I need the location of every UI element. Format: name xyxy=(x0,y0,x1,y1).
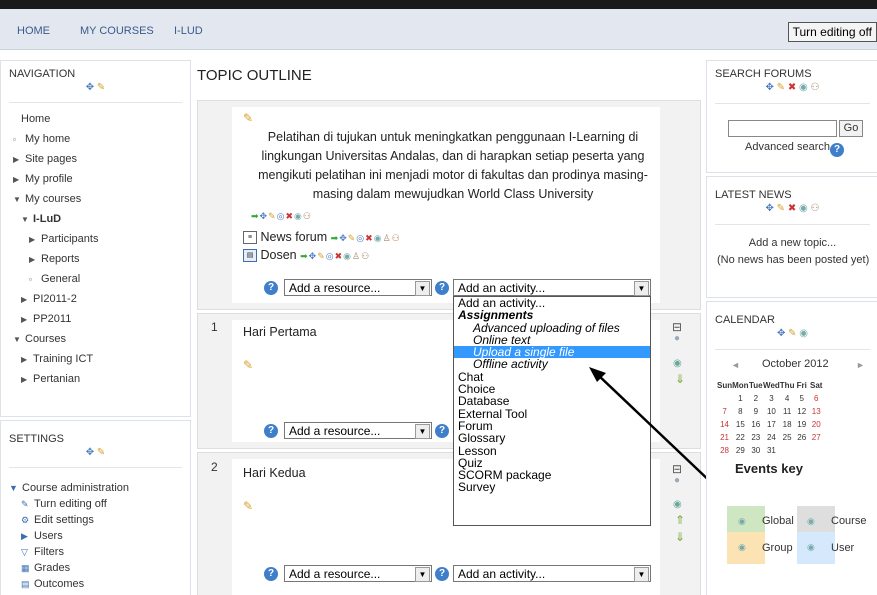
edit-icon[interactable]: ✎ xyxy=(777,82,785,93)
calendar-day[interactable]: 28 xyxy=(717,444,732,457)
eye-icon[interactable]: ◉ xyxy=(799,203,808,214)
weekday-header: Tue xyxy=(748,381,763,390)
search-forums-block: SEARCH FORUMS ✥ ✎ ✖ ◉ ⚇ Go Advanced sear… xyxy=(706,60,877,173)
edit-icon[interactable]: ✎ xyxy=(777,203,785,214)
calendar-day[interactable]: 15 xyxy=(732,418,748,431)
calendar-day[interactable]: 26 xyxy=(794,431,809,444)
no-news-text: (No news has been posted yet) xyxy=(717,254,870,266)
weekday-header: Wed xyxy=(763,381,780,390)
eye-icon: ◉ xyxy=(807,542,815,552)
events-key-title: Events key xyxy=(735,461,803,476)
weekday-header: Sat xyxy=(809,381,823,390)
event-key-user-swatch[interactable] xyxy=(797,532,835,564)
help-icon[interactable]: ? xyxy=(830,143,844,157)
calendar-day[interactable]: 10 xyxy=(763,405,780,418)
eye-icon[interactable]: ◉ xyxy=(799,82,808,93)
latest-news-block: LATEST NEWS ✥ ✎ ✖ ◉ ⚇ Add a new topic...… xyxy=(706,176,877,298)
advanced-search-label: Advanced search xyxy=(745,141,830,153)
calendar-day[interactable]: 30 xyxy=(749,444,764,457)
calendar-day[interactable]: 9 xyxy=(749,405,764,418)
calendar-day[interactable]: 29 xyxy=(732,444,748,457)
calendar-day[interactable]: 23 xyxy=(749,431,764,444)
eye-icon[interactable]: ◉ xyxy=(799,328,808,339)
move-icon[interactable]: ✥ xyxy=(766,203,774,214)
calendar-day[interactable]: 6 xyxy=(809,392,824,405)
calendar-day xyxy=(809,444,824,457)
search-go-button[interactable]: Go xyxy=(839,120,863,137)
add-new-topic-link[interactable]: Add a new topic... xyxy=(707,237,877,249)
block-tools: ✥ ✎ ◉ xyxy=(707,328,877,342)
weekday-header: Mon xyxy=(732,381,749,390)
prev-month-icon[interactable]: ◄ xyxy=(731,360,740,370)
eye-icon: ◉ xyxy=(807,516,815,526)
event-key-global[interactable]: Global xyxy=(762,515,794,527)
calendar-day[interactable]: 13 xyxy=(809,405,824,418)
block-tools: ✥ ✎ ✖ ◉ ⚇ xyxy=(707,203,877,217)
event-key-user[interactable]: User xyxy=(831,542,854,554)
calendar-day xyxy=(780,444,795,457)
roles-icon[interactable]: ⚇ xyxy=(811,203,820,214)
delete-icon[interactable]: ✖ xyxy=(788,203,796,214)
calendar-day[interactable]: 11 xyxy=(780,405,795,418)
next-month-icon[interactable]: ► xyxy=(856,360,865,370)
advanced-search-link[interactable]: Advanced search? xyxy=(745,141,844,157)
calendar-day[interactable]: 7 xyxy=(717,405,732,418)
calendar-grid: Sun Mon Tue Wed Thu Fri Sat 1 2 3 4 5 6 7 8 9 10 11 12 13 14… xyxy=(717,379,823,457)
calendar-day xyxy=(717,392,732,405)
calendar-title: CALENDAR xyxy=(715,314,775,326)
calendar-day[interactable]: 21 xyxy=(717,431,732,444)
calendar-day[interactable]: 12 xyxy=(794,405,809,418)
calendar-day[interactable]: 4 xyxy=(780,392,795,405)
latest-news-title: LATEST NEWS xyxy=(715,189,792,201)
weekday-header: Thu xyxy=(779,381,795,390)
calendar-day[interactable]: 2 xyxy=(749,392,764,405)
search-forums-title: SEARCH FORUMS xyxy=(715,68,812,80)
calendar-day[interactable]: 27 xyxy=(809,431,824,444)
event-key-group-swatch[interactable] xyxy=(727,532,765,564)
calendar-day[interactable]: 14 xyxy=(717,418,732,431)
calendar-day[interactable]: 24 xyxy=(763,431,780,444)
calendar-day xyxy=(794,444,809,457)
calendar-day[interactable]: 19 xyxy=(794,418,809,431)
calendar-day[interactable]: 25 xyxy=(780,431,795,444)
calendar-day[interactable]: 5 xyxy=(794,392,809,405)
calendar-day[interactable]: 17 xyxy=(763,418,780,431)
calendar-day[interactable]: 3 xyxy=(763,392,780,405)
calendar-day[interactable]: 1 xyxy=(732,392,748,405)
eye-icon: ◉ xyxy=(738,516,746,526)
eye-icon: ◉ xyxy=(738,542,746,552)
calendar-day[interactable]: 8 xyxy=(732,405,748,418)
event-key-course[interactable]: Course xyxy=(831,515,866,527)
event-key-group[interactable]: Group xyxy=(762,542,793,554)
calendar-day[interactable]: 20 xyxy=(809,418,824,431)
calendar-day[interactable]: 16 xyxy=(749,418,764,431)
calendar-month: October 2012 xyxy=(762,358,829,370)
calendar-block: CALENDAR ✥ ✎ ◉ ◄ October 2012 ► Sun Mon Tu… xyxy=(706,301,877,595)
weekday-header: Sun xyxy=(717,381,733,390)
search-forums-input[interactable] xyxy=(728,120,837,137)
edit-icon[interactable]: ✎ xyxy=(788,328,796,339)
delete-icon[interactable]: ✖ xyxy=(788,82,796,93)
calendar-day[interactable]: 18 xyxy=(780,418,795,431)
block-tools: ✥ ✎ ✖ ◉ ⚇ xyxy=(707,82,877,96)
roles-icon[interactable]: ⚇ xyxy=(811,82,820,93)
weekday-header: Fri xyxy=(796,381,807,390)
calendar-day[interactable]: 31 xyxy=(763,444,780,457)
calendar-day[interactable]: 22 xyxy=(732,431,748,444)
move-icon[interactable]: ✥ xyxy=(777,328,785,339)
move-icon[interactable]: ✥ xyxy=(766,82,774,93)
